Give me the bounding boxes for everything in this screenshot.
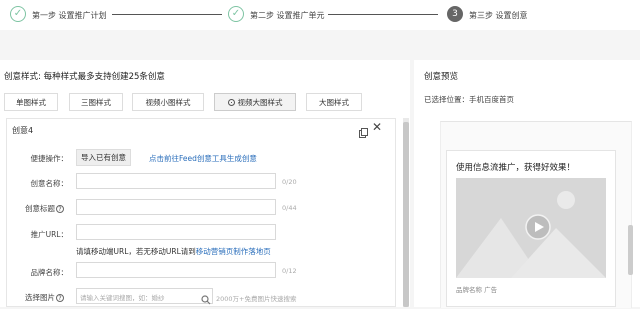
step-1-check-icon: ✓ bbox=[10, 6, 26, 22]
image-search-placeholder: 请输入关键词搜图，如：婚纱 bbox=[80, 294, 165, 302]
creative-style-title: 创意样式: 每种样式最多支持创建25条创意 bbox=[4, 72, 165, 82]
preview-scrollbar-thumb[interactable] bbox=[628, 225, 633, 275]
step-2-check-icon: ✓ bbox=[228, 6, 244, 22]
search-icon[interactable] bbox=[201, 290, 211, 305]
step-connector bbox=[328, 14, 438, 15]
tab-video-large-label: 视频大图样式 bbox=[237, 97, 283, 107]
creative-name-label: 创意名称： bbox=[30, 179, 69, 188]
step-3-label: 第三步 设置创意 bbox=[469, 11, 528, 20]
brand-name-input[interactable] bbox=[76, 262, 276, 278]
import-creative-button[interactable]: 导入已有创意 bbox=[76, 149, 131, 166]
preview-position: 已选择位置：手机百度首页 bbox=[424, 95, 514, 104]
creative-headline-label: 创意标题? bbox=[4, 203, 64, 214]
actions-label: 便捷操作： bbox=[30, 154, 69, 163]
step-3-number: 3 bbox=[447, 6, 463, 22]
creative-name-count: 0/20 bbox=[282, 178, 297, 186]
tab-large-image[interactable]: 大图样式 bbox=[306, 93, 362, 111]
close-icon[interactable]: ✕ bbox=[372, 120, 382, 134]
tab-video-large[interactable]: 视频大图样式 bbox=[214, 93, 296, 111]
promo-url-input[interactable] bbox=[76, 224, 276, 240]
help-icon[interactable]: ? bbox=[56, 205, 64, 213]
image-search-hint: 2000万+免费图片快速搜索 bbox=[216, 295, 297, 303]
promo-url-label: 推广URL： bbox=[30, 230, 68, 239]
creative-card-title: 创意4 bbox=[12, 126, 34, 135]
editor-scrollbar-thumb[interactable] bbox=[403, 122, 409, 307]
tab-video-small[interactable]: 视频小图样式 bbox=[132, 93, 204, 111]
select-image-label: 选择图片? bbox=[4, 292, 64, 303]
step-1-label: 第一步 设置推广计划 bbox=[32, 11, 107, 20]
tab-three-image[interactable]: 三图样式 bbox=[69, 93, 123, 111]
copy-icon[interactable] bbox=[359, 123, 368, 138]
feed-tool-link[interactable]: 点击前往Feed创意工具生成创意 bbox=[149, 153, 257, 164]
step-connector bbox=[112, 14, 222, 15]
ad-brand-line: 品牌名称 广告 bbox=[456, 286, 498, 294]
ad-preview-title: 使用信息流推广，获得好效果！ bbox=[456, 163, 576, 173]
creative-name-input[interactable] bbox=[76, 173, 276, 189]
play-icon[interactable] bbox=[525, 214, 551, 240]
brand-name-label: 品牌名称： bbox=[30, 268, 69, 277]
landing-page-link[interactable]: 移动营销页制作落地页 bbox=[196, 247, 271, 256]
creative-headline-count: 0/44 bbox=[282, 204, 297, 212]
creative-headline-input[interactable] bbox=[76, 199, 276, 215]
help-icon[interactable]: ? bbox=[56, 294, 64, 302]
url-tip: 请填移动端URL，若无移动URL请到移动营销页制作落地页 bbox=[76, 247, 271, 256]
eye-icon bbox=[227, 98, 235, 106]
preview-title: 创意预览 bbox=[424, 72, 459, 82]
brand-name-count: 0/12 bbox=[282, 267, 297, 275]
tab-single-image[interactable]: 单图样式 bbox=[4, 93, 58, 111]
step-2-label: 第二步 设置推广单元 bbox=[250, 11, 325, 20]
